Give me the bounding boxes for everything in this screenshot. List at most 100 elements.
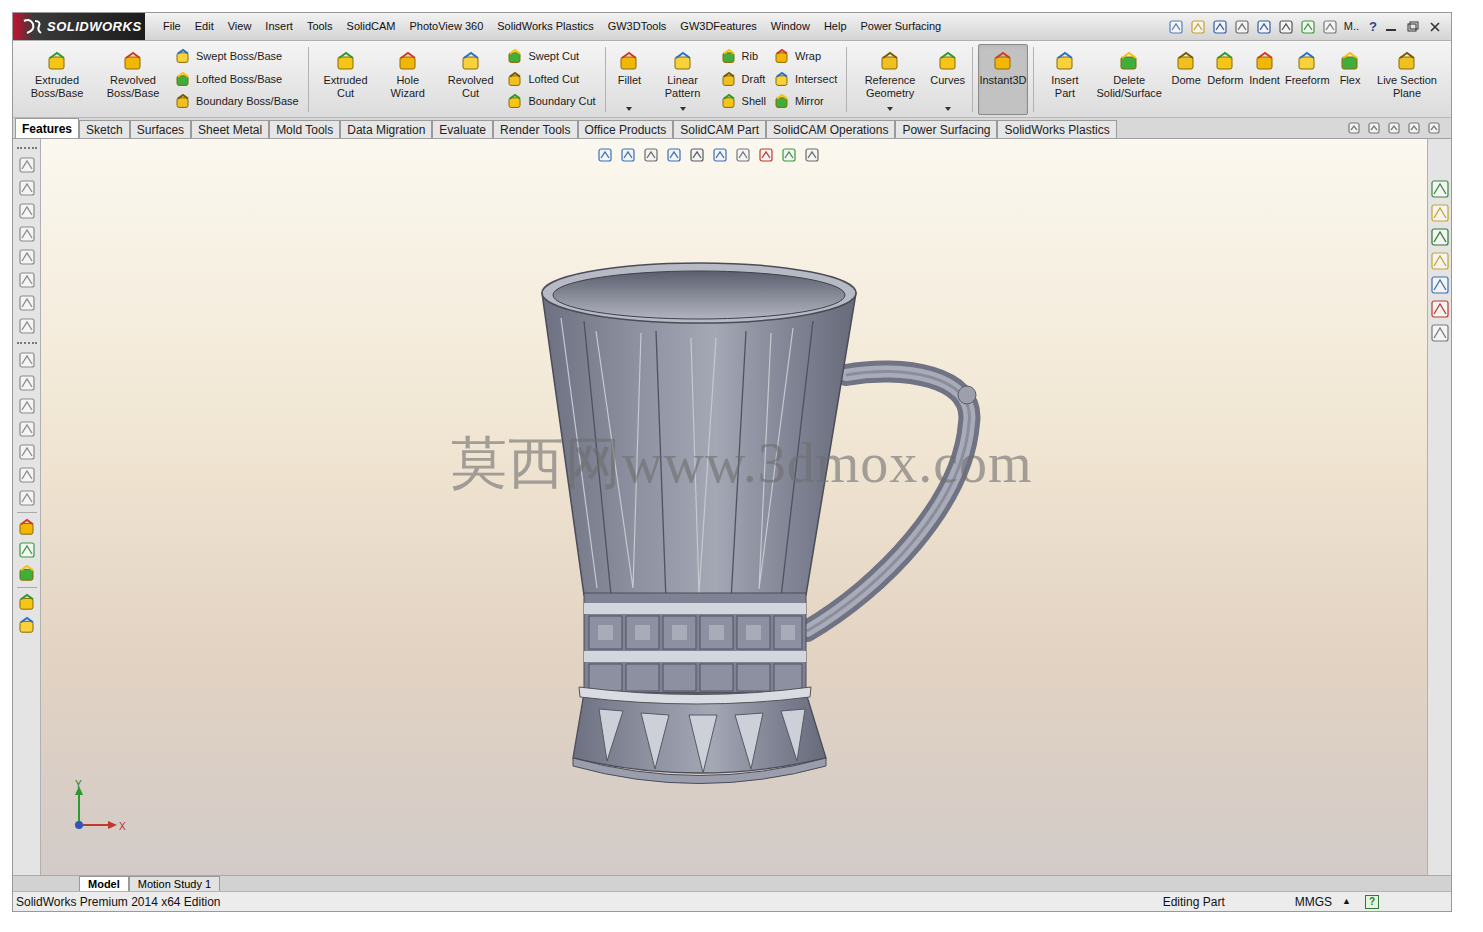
tool-icon[interactable] (1190, 19, 1206, 35)
tool-icon[interactable] (1430, 179, 1450, 199)
tool-icon[interactable] (18, 397, 36, 415)
ribbon-small-button[interactable]: Wrap (774, 48, 837, 65)
dropdown-arrow-icon[interactable] (129, 106, 137, 112)
ribbon-small-button[interactable]: Mirror (774, 93, 837, 110)
feature-icon[interactable] (398, 51, 418, 71)
menu-item[interactable]: View (228, 18, 252, 35)
ribbon-small-button[interactable]: Lofted Cut (507, 71, 595, 88)
feature-icon[interactable] (721, 93, 737, 109)
feature-icon[interactable] (880, 51, 900, 71)
feature-icon[interactable] (18, 616, 36, 634)
command-tab[interactable]: Power Surfacing (895, 120, 997, 138)
tool-icon[interactable] (1430, 299, 1450, 319)
feature-icon[interactable] (1297, 51, 1317, 71)
tool-icon[interactable] (1256, 19, 1272, 35)
dropdown-arrow-icon[interactable] (1182, 106, 1190, 112)
tool-icon[interactable] (18, 225, 36, 243)
feature-icon[interactable] (1255, 51, 1275, 71)
ribbon-button[interactable]: Curves (928, 44, 967, 115)
tool-icon[interactable] (1430, 251, 1450, 271)
tool-icon[interactable] (781, 147, 797, 163)
user-menu[interactable]: M.. (1344, 18, 1359, 35)
feature-icon[interactable] (18, 593, 36, 611)
tool-icon[interactable] (18, 294, 36, 312)
tool-icon[interactable] (1407, 121, 1421, 135)
tool-icon[interactable] (18, 489, 36, 507)
ribbon-button[interactable]: Extruded Cut (314, 44, 378, 115)
ribbon-button[interactable]: Freeform (1284, 44, 1332, 115)
ribbon-button[interactable]: Indent (1246, 44, 1284, 115)
ribbon-small-button[interactable]: Boundary Boss/Base (175, 93, 299, 110)
tool-icon[interactable] (18, 541, 36, 559)
ribbon-button[interactable]: Extruded Boss/Base (19, 44, 95, 115)
tool-icon[interactable] (1212, 19, 1228, 35)
ribbon-small-button[interactable]: Draft (721, 71, 766, 88)
ribbon-button[interactable]: Revolved Cut (438, 44, 504, 115)
dropdown-arrow-icon[interactable] (1303, 106, 1311, 112)
tool-icon[interactable] (758, 147, 774, 163)
command-tab[interactable]: SolidWorks Plastics (997, 120, 1116, 138)
command-tab[interactable]: SolidCAM Part (673, 120, 766, 138)
feature-icon[interactable] (938, 51, 958, 71)
ribbon-button[interactable]: Live Section Plane (1369, 44, 1445, 115)
tool-icon[interactable] (620, 147, 636, 163)
command-tab[interactable]: Office Products (578, 120, 674, 138)
feature-icon[interactable] (175, 48, 191, 64)
dropdown-arrow-icon[interactable] (625, 106, 633, 112)
feature-icon[interactable] (721, 71, 737, 87)
tool-icon[interactable] (1347, 121, 1361, 135)
tool-icon[interactable] (1430, 275, 1450, 295)
menu-item[interactable]: Help (824, 18, 847, 35)
dropdown-arrow-icon[interactable] (1346, 106, 1354, 112)
tool-icon[interactable] (18, 351, 36, 369)
tool-icon[interactable] (18, 466, 36, 484)
menu-item[interactable]: GW3DTools (608, 18, 667, 35)
close-icon[interactable] (1427, 19, 1443, 35)
tool-icon[interactable] (1168, 19, 1184, 35)
dropdown-arrow-icon[interactable] (404, 106, 412, 112)
feature-icon[interactable] (18, 518, 36, 536)
ribbon-button[interactable]: Dome (1167, 44, 1205, 115)
command-tab[interactable]: Sheet Metal (191, 120, 269, 138)
dropdown-arrow-icon[interactable] (944, 106, 952, 112)
feature-icon[interactable] (175, 93, 191, 109)
tool-icon[interactable] (1234, 19, 1250, 35)
tool-icon[interactable] (1322, 19, 1338, 35)
menu-item[interactable]: Tools (307, 18, 333, 35)
minimize-icon[interactable] (1383, 19, 1399, 35)
command-tab[interactable]: Features (15, 118, 79, 138)
feature-icon[interactable] (47, 51, 67, 71)
unit-system[interactable]: MMGS (1295, 893, 1332, 911)
bottom-tab[interactable]: Motion Study 1 (129, 876, 220, 891)
command-tab[interactable]: Sketch (79, 120, 130, 138)
feature-icon[interactable] (1055, 51, 1075, 71)
tool-icon[interactable] (1300, 19, 1316, 35)
menu-item[interactable]: File (163, 18, 181, 35)
mug-model[interactable] (531, 258, 1011, 803)
ribbon-button[interactable]: Hole Wizard (378, 44, 438, 115)
tool-icon[interactable] (643, 147, 659, 163)
feature-icon[interactable] (336, 51, 356, 71)
help-button[interactable]: ? (1369, 17, 1377, 37)
command-tab[interactable]: Data Migration (340, 120, 432, 138)
feature-icon[interactable] (1119, 51, 1139, 71)
ribbon-button[interactable]: Fillet (610, 44, 648, 115)
tool-icon[interactable] (1367, 121, 1381, 135)
feature-icon[interactable] (673, 51, 693, 71)
tool-icon[interactable] (18, 179, 36, 197)
menu-item[interactable]: PhotoView 360 (409, 18, 483, 35)
quick-tips-button[interactable]: ? (1365, 895, 1379, 909)
dropdown-arrow-icon[interactable] (467, 106, 475, 112)
feature-icon[interactable] (774, 71, 790, 87)
tool-icon[interactable] (689, 147, 705, 163)
feature-icon[interactable] (721, 48, 737, 64)
menu-item[interactable]: SolidWorks Plastics (497, 18, 593, 35)
restore-icon[interactable] (1405, 19, 1421, 35)
tool-icon[interactable] (804, 147, 820, 163)
tool-icon[interactable] (1430, 227, 1450, 247)
dropdown-arrow-icon[interactable] (1403, 106, 1411, 112)
ribbon-button[interactable]: Instant3D (978, 44, 1028, 115)
tool-icon[interactable] (18, 420, 36, 438)
tool-icon[interactable] (1387, 121, 1401, 135)
ribbon-small-button[interactable]: Lofted Boss/Base (175, 71, 299, 88)
